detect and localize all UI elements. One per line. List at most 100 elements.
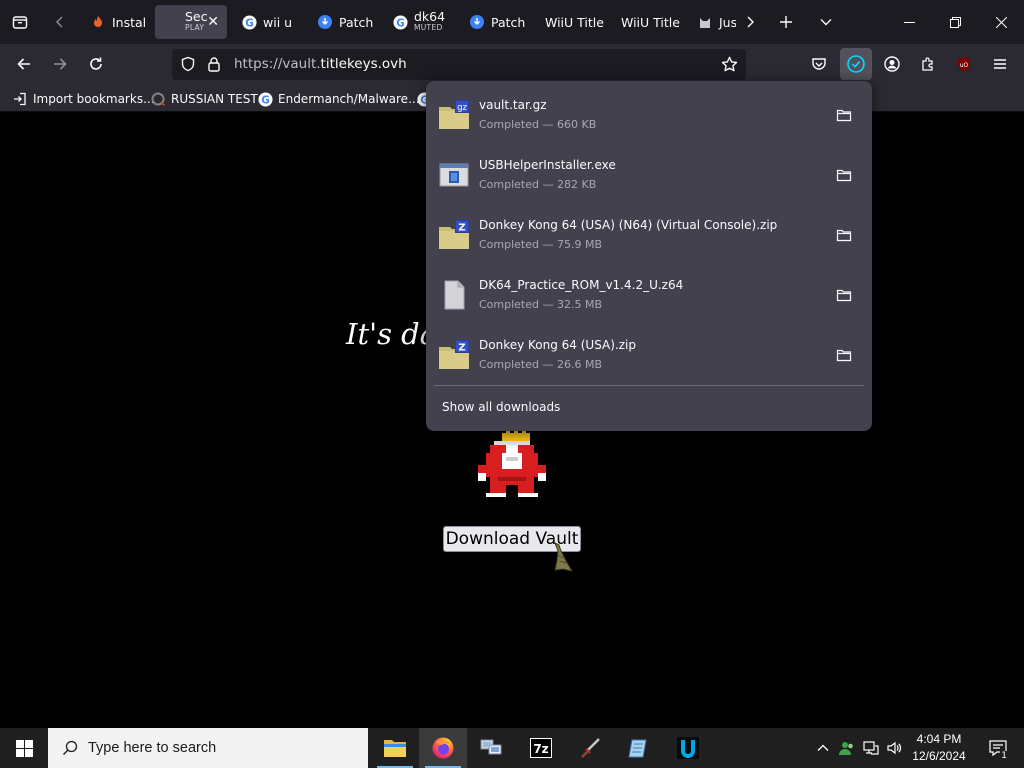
action-center-button[interactable]: 1 (980, 728, 1016, 768)
bookmark-import[interactable]: Import bookmarks... (12, 90, 155, 108)
pocket-icon (812, 58, 826, 70)
network-status-button[interactable] (860, 728, 882, 768)
close-tab-icon[interactable]: ✕ (207, 14, 219, 30)
download-filename: vault.tar.gz (479, 98, 547, 112)
tracking-protection-shield-icon[interactable] (180, 56, 196, 76)
minimize-button[interactable] (886, 0, 932, 44)
folder-icon (836, 289, 852, 302)
taskbar-7zip[interactable]: 7z (517, 728, 565, 768)
show-in-folder-button[interactable] (832, 223, 856, 247)
tab-wiiu-title-2[interactable]: WiiU Title (614, 5, 684, 39)
firefox-view-button[interactable] (4, 6, 36, 38)
minimize-icon (903, 21, 915, 23)
tab-install[interactable]: Instal (84, 5, 154, 39)
taskbar-file-explorer[interactable] (371, 728, 419, 768)
folder-icon (384, 740, 406, 757)
back-button[interactable] (8, 48, 40, 80)
download-status: Completed — 75.9 MB (479, 238, 603, 251)
download-item[interactable]: Z Donkey Kong 64 (USA).zip Completed — 2… (434, 327, 864, 383)
clock-time: 4:04 PM (916, 732, 962, 746)
start-button[interactable] (0, 728, 48, 768)
tab-patch[interactable]: Patch (312, 5, 380, 39)
bookmark-russian-test[interactable]: RUSSIAN TEST (150, 90, 258, 108)
tab-wii-u[interactable]: G wii u (236, 5, 306, 39)
tab-patch-2[interactable]: Patch (464, 5, 528, 39)
gz-archive-icon: gz (439, 100, 469, 129)
tab-label: dk64 (414, 9, 446, 24)
scroll-tabs-right-button[interactable] (734, 6, 766, 38)
volume-button[interactable] (883, 728, 905, 768)
taskbar-search-box[interactable]: Type here to search (48, 728, 368, 768)
tab-dk64[interactable]: G dk64 MUTED (388, 5, 446, 39)
arrow-left-icon (17, 58, 30, 70)
show-all-downloads-button[interactable]: Show all downloads (442, 400, 560, 414)
tab-strip: Instal Sec PLAY ✕ G wii u Patch G dk64 MUT… (0, 0, 1024, 44)
download-item[interactable]: Z Donkey Kong 64 (USA) (N64) (Virtual Co… (434, 207, 864, 263)
tab-jus[interactable]: Jus (692, 5, 736, 39)
search-icon (63, 740, 78, 755)
google-icon: G (392, 14, 408, 30)
downloads-panel: gz vault.tar.gz Completed — 660 KB USBHe… (426, 81, 872, 431)
folder-icon (836, 229, 852, 242)
scroll-tabs-left-button[interactable] (44, 6, 76, 38)
sword-icon (581, 738, 600, 758)
flame-icon (90, 14, 106, 30)
download-item[interactable]: gz vault.tar.gz Completed — 660 KB (434, 87, 864, 143)
taskbar-app-network[interactable] (467, 728, 515, 768)
tab-active[interactable]: Sec PLAY ✕ (155, 5, 227, 39)
speaker-icon (887, 741, 902, 755)
reload-button[interactable] (80, 48, 112, 80)
search-placeholder: Type here to search (88, 740, 217, 756)
tab-label: Sec (185, 9, 208, 24)
show-in-folder-button[interactable] (832, 103, 856, 127)
svg-text:G: G (396, 17, 404, 29)
url-domain: titlekeys.ovh (320, 56, 407, 72)
show-in-folder-button[interactable] (832, 283, 856, 307)
pixel-mascot-image (478, 429, 546, 497)
lock-icon[interactable] (206, 56, 222, 76)
tray-app-people[interactable] (836, 728, 858, 768)
pocket-button[interactable] (803, 48, 835, 80)
tab-label: WiiU Title (545, 14, 604, 30)
restore-button[interactable] (932, 0, 978, 44)
chevron-left-icon (56, 16, 63, 28)
account-button[interactable] (876, 48, 908, 80)
puzzle-icon (922, 57, 933, 71)
download-item[interactable]: USBHelperInstaller.exe Completed — 282 K… (434, 147, 864, 203)
folder-icon (836, 169, 852, 182)
extensions-button[interactable] (912, 48, 944, 80)
address-bar[interactable]: https://vault.titlekeys.ovh (172, 49, 746, 80)
app-menu-button[interactable] (984, 48, 1016, 80)
show-in-folder-button[interactable] (832, 343, 856, 367)
download-item[interactable]: DK64_Practice_ROM_v1.4.2_U.z64 Completed… (434, 267, 864, 323)
downloads-button[interactable] (840, 48, 872, 80)
download-status: Completed — 26.6 MB (479, 358, 603, 371)
animated-cursor-icon (554, 541, 574, 572)
download-filename: USBHelperInstaller.exe (479, 158, 616, 172)
zip-archive-icon: Z (439, 340, 469, 369)
show-in-folder-button[interactable] (832, 163, 856, 187)
taskbar-wiiu-usb-helper[interactable] (664, 728, 712, 768)
ublock-shield-icon: uO (958, 57, 970, 71)
people-icon (839, 742, 853, 755)
new-tab-button[interactable] (770, 6, 802, 38)
download-circle-icon (469, 14, 485, 30)
ublock-origin-button[interactable]: uO (948, 48, 980, 80)
tab-label: wii u (263, 14, 293, 30)
site-icon (150, 91, 166, 107)
close-window-button[interactable] (978, 0, 1024, 44)
bookmark-star-icon[interactable] (721, 56, 738, 77)
navigation-toolbar: https://vault.titlekeys.ovh uO (0, 44, 1024, 85)
tab-audio-status: MUTED (414, 23, 443, 32)
taskbar-app-sword[interactable] (567, 728, 615, 768)
url-text[interactable]: https://vault.titlekeys.ovh (234, 56, 407, 72)
taskbar-firefox[interactable] (419, 728, 467, 768)
list-all-tabs-button[interactable] (810, 6, 842, 38)
tab-wiiu-title[interactable]: WiiU Title (538, 5, 608, 39)
bookmark-endermanch[interactable]: G Endermanch/Malware... (257, 90, 420, 108)
forward-button[interactable] (44, 48, 76, 80)
show-hidden-icons-button[interactable] (812, 728, 834, 768)
taskbar-clock[interactable]: 4:04 PM 12/6/2024 (904, 731, 974, 765)
tab-label: Patch (339, 14, 374, 30)
taskbar-app-notepad[interactable] (615, 728, 663, 768)
